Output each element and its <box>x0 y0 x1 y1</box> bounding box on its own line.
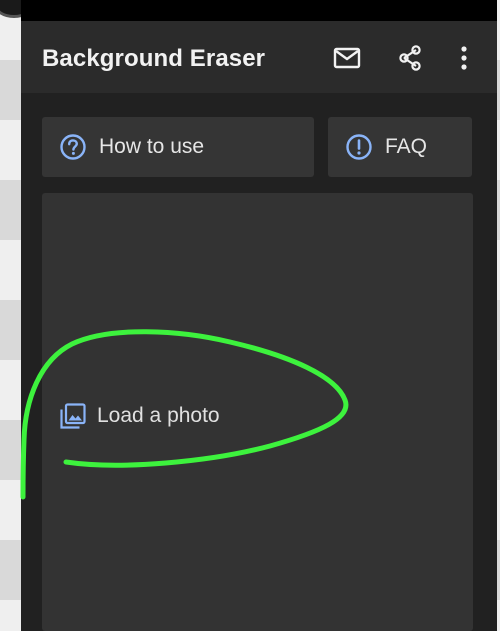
app-bar: Background Eraser <box>21 21 497 93</box>
load-photo-button[interactable]: Load a photo <box>58 398 220 434</box>
share-button[interactable] <box>395 43 425 73</box>
faq-button[interactable]: FAQ <box>328 117 472 177</box>
status-bar <box>21 0 497 21</box>
load-photo-label: Load a photo <box>97 404 220 427</box>
share-icon <box>399 45 421 71</box>
more-vert-icon <box>461 46 467 70</box>
photo-library-icon <box>58 401 88 431</box>
help-circle-icon <box>59 133 87 161</box>
how-to-use-label: How to use <box>99 135 205 158</box>
how-to-use-button[interactable]: How to use <box>42 117 314 177</box>
app-title: Background Eraser <box>42 45 266 72</box>
photo-panel: Load a photo <box>42 193 473 631</box>
more-options-button[interactable] <box>449 43 479 73</box>
mail-button[interactable] <box>332 43 362 73</box>
faq-label: FAQ <box>385 135 428 158</box>
info-circle-icon <box>345 133 373 161</box>
mail-icon <box>333 47 361 69</box>
app-screen: Background Eraser How to use FAQ Load a … <box>21 0 497 631</box>
